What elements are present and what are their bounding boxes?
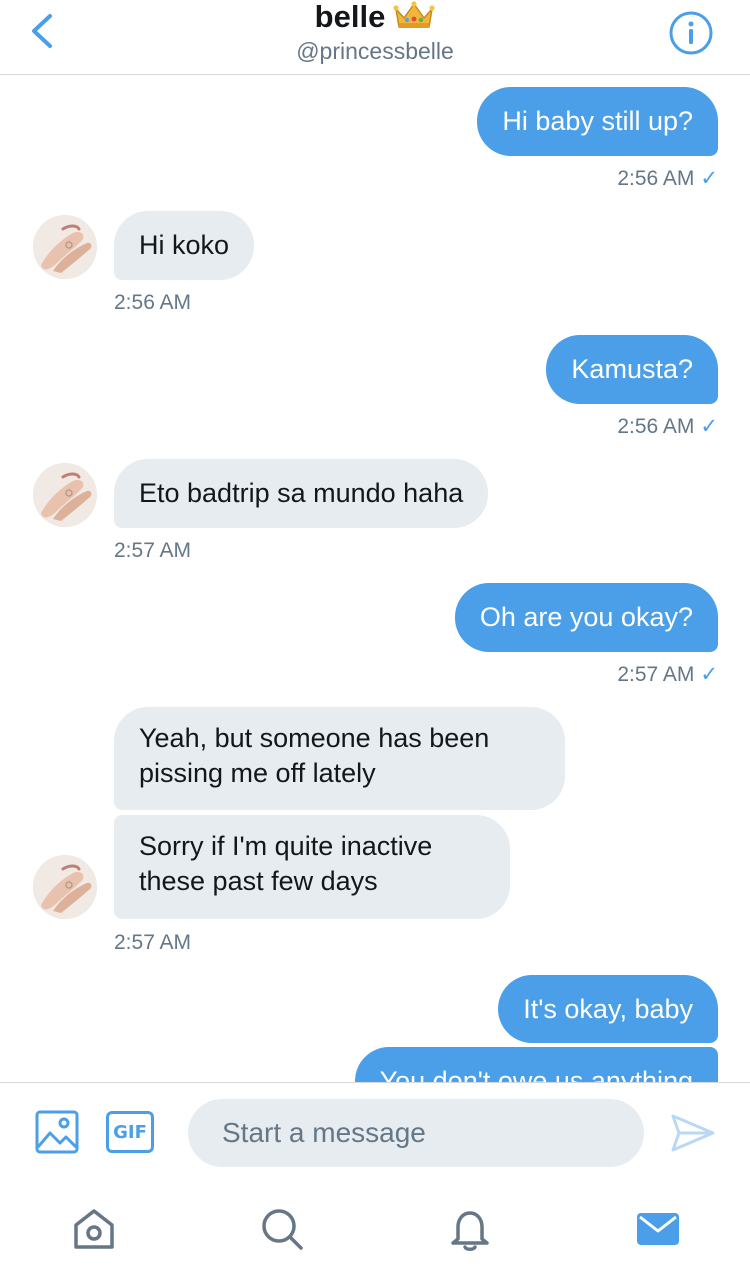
message-timestamp: 2:56 AM [114,291,192,314]
read-check-icon: ✓ [700,415,718,438]
message-text: Sorry if I'm quite inactive these past f… [139,831,433,896]
image-icon[interactable] [34,1109,80,1155]
avatar-image [33,463,97,527]
send-icon[interactable] [670,1113,716,1153]
crown-emoji [393,1,435,28]
search-icon[interactable] [258,1205,306,1253]
message-timestamp: 2:56 AM ✓ [617,167,718,190]
contact-handle: @princessbelle [296,38,454,64]
avatar[interactable] [33,215,97,279]
avatar[interactable] [33,855,97,919]
incoming-message[interactable]: Sorry if I'm quite inactive these past f… [114,815,510,919]
message-input[interactable] [188,1099,644,1167]
contact-name-row: belle [0,0,750,34]
read-check-icon: ✓ [700,663,718,686]
message-text: Hi koko [139,230,230,260]
bell-icon[interactable] [446,1205,494,1253]
info-icon[interactable] [668,10,714,56]
gif-button[interactable]: GIF [106,1111,154,1153]
message-timestamp: 2:57 AM [114,931,192,954]
message-text: You don't owe us anything [379,1065,693,1083]
conversation-title-block: belle @princessbelle [0,0,750,66]
outgoing-message[interactable]: You don't owe us anything [354,1047,718,1083]
bottom-tab-bar [0,1193,750,1281]
incoming-message[interactable]: Eto badtrip sa mundo haha [114,459,489,528]
mail-icon[interactable] [634,1205,682,1253]
message-text: Kamusta? [571,354,693,384]
home-icon[interactable] [70,1205,118,1253]
message-text: Hi baby still up? [502,106,693,136]
message-text: Yeah, but someone has been pissing me of… [139,723,490,788]
contact-name: belle [314,0,386,34]
outgoing-message[interactable]: Oh are you okay? [454,583,718,652]
message-text: Oh are you okay? [479,602,693,632]
message-timestamp: 2:57 AM [114,539,192,562]
outgoing-message[interactable]: Kamusta? [546,335,718,404]
composer-bar: GIF [0,1082,750,1281]
incoming-message[interactable]: Yeah, but someone has been pissing me of… [114,707,565,810]
message-text: It's okay, baby [523,993,693,1024]
avatar[interactable] [33,463,97,527]
conversation-header: belle @princessbelle [0,0,750,75]
message-timestamp: 2:56 AM ✓ [617,415,718,438]
outgoing-message[interactable]: Hi baby still up? [477,87,718,156]
read-check-icon: ✓ [700,167,718,190]
incoming-message[interactable]: Hi koko [114,211,255,280]
outgoing-message[interactable]: It's okay, baby [498,975,718,1043]
message-text: Eto badtrip sa mundo haha [139,478,464,508]
avatar-image [33,215,97,279]
avatar-image [33,855,97,919]
message-thread[interactable]: Hi baby still up? 2:56 AM ✓ Hi koko 2:56 … [0,74,750,1082]
message-timestamp: 2:57 AM ✓ [617,663,718,686]
